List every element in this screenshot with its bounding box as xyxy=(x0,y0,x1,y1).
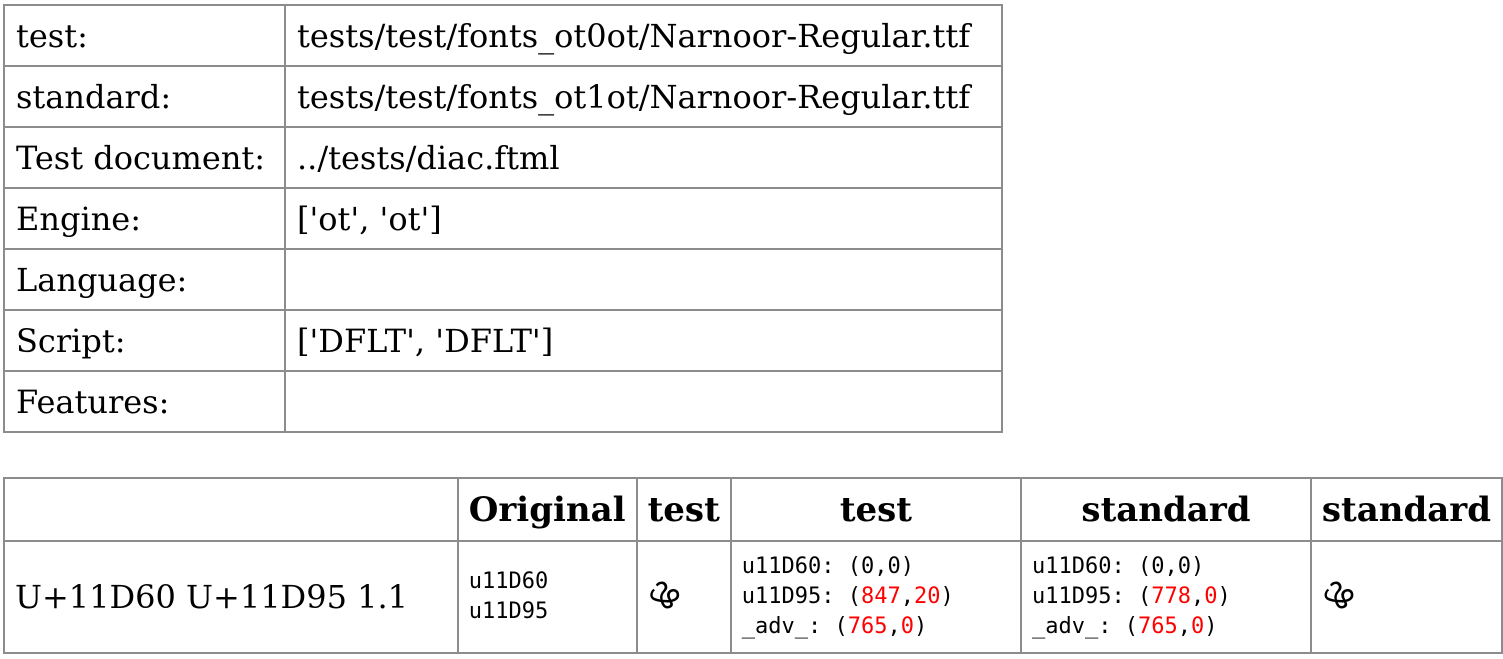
original-cell: u11D60 u11D95 xyxy=(456,540,638,654)
position-line: u11D60: (0,0) xyxy=(1032,554,1205,579)
info-row-script: Script: ['DFLT', 'DFLT'] xyxy=(3,309,1003,372)
y-offset: 0 xyxy=(1177,554,1192,579)
results-header-row: Original test test standard standard xyxy=(3,477,1503,542)
info-value: ['ot', 'ot'] xyxy=(284,187,1003,250)
header-test-positions: test xyxy=(729,477,1023,542)
info-table: test: tests/test/fonts_ot0ot/Narnoor-Reg… xyxy=(3,4,1003,433)
info-key: test: xyxy=(3,4,286,67)
test-positions-cell: u11D60: (0,0) u11D95: (847,20) _adv_: (765… xyxy=(729,540,1023,654)
y-offset: 0 xyxy=(1204,584,1218,609)
test-position-list: u11D60: (0,0) u11D95: (847,20) _adv_: (765… xyxy=(742,552,1010,642)
info-key: Language: xyxy=(3,248,286,311)
info-row-features: Features: xyxy=(3,370,1003,433)
standard-glyph-cell: ൖ xyxy=(1309,540,1503,654)
glyph-name: _adv_ xyxy=(741,614,809,639)
info-value: tests/test/fonts_ot0ot/Narnoor-Regular.t… xyxy=(284,4,1003,67)
test-rendered-glyph: ൖ xyxy=(647,577,680,617)
info-value: ../tests/diac.ftml xyxy=(284,126,1003,189)
results-row: U+11D60 U+11D95 1.1 u11D60 u11D95 ൖ u11D6… xyxy=(3,540,1503,654)
info-row-standard: standard: tests/test/fonts_ot1ot/Narnoor… xyxy=(3,65,1003,128)
glyph-name: u11D60 xyxy=(1032,554,1112,579)
info-value: tests/test/fonts_ot1ot/Narnoor-Regular.t… xyxy=(284,65,1003,128)
glyph-name: u11D60 xyxy=(741,554,822,579)
results-table: Original test test standard standard U+1… xyxy=(3,477,1503,654)
x-offset: 765 xyxy=(1138,614,1178,639)
original-glyph-list: u11D60 u11D95 xyxy=(469,567,626,627)
x-offset: 847 xyxy=(861,584,901,609)
header-empty xyxy=(3,477,459,542)
y-offset: 0 xyxy=(1191,614,1205,639)
info-row-test-document: Test document: ../tests/diac.ftml xyxy=(3,126,1003,189)
x-offset: 778 xyxy=(1151,584,1192,609)
test-glyph-cell: ൖ xyxy=(635,540,732,654)
position-line: u11D60: (0,0) xyxy=(741,554,915,579)
position-line: u11D95: (778,0) xyxy=(1032,584,1231,609)
info-row-test: test: tests/test/fonts_ot0ot/Narnoor-Reg… xyxy=(3,4,1003,67)
glyph-name: _adv_ xyxy=(1032,614,1099,639)
header-standard-positions: standard xyxy=(1020,477,1312,542)
header-original: Original xyxy=(456,477,638,542)
x-offset: 765 xyxy=(847,614,888,639)
standard-rendered-glyph: ൖ xyxy=(1321,577,1354,617)
info-value: ['DFLT', 'DFLT'] xyxy=(284,309,1003,372)
original-glyph-name: u11D60 xyxy=(468,569,549,594)
info-value xyxy=(284,248,1003,311)
info-key: Engine: xyxy=(3,187,286,250)
position-line: _adv_: (765,0) xyxy=(741,614,928,639)
x-offset: 0 xyxy=(1151,554,1165,579)
info-value xyxy=(284,370,1003,433)
header-test-glyph: test xyxy=(635,477,732,542)
y-offset: 0 xyxy=(900,614,915,639)
row-label: U+11D60 U+11D95 1.1 xyxy=(3,540,459,654)
info-key: Test document: xyxy=(3,126,286,189)
info-key: standard: xyxy=(3,65,286,128)
header-standard-glyph: standard xyxy=(1309,477,1503,542)
x-offset: 0 xyxy=(861,554,875,579)
info-row-language: Language: xyxy=(3,248,1003,311)
original-glyph-name: u11D95 xyxy=(468,599,549,624)
info-row-engine: Engine: ['ot', 'ot'] xyxy=(3,187,1003,250)
position-line: _adv_: (765,0) xyxy=(1032,614,1218,639)
standard-position-list: u11D60: (0,0) u11D95: (778,0) _adv_: (765,… xyxy=(1032,552,1300,642)
info-key: Script: xyxy=(3,309,286,372)
standard-positions-cell: u11D60: (0,0) u11D95: (778,0) _adv_: (765,… xyxy=(1020,540,1312,654)
y-offset: 0 xyxy=(887,554,901,579)
glyph-name: u11D95 xyxy=(741,584,822,609)
glyph-name: u11D95 xyxy=(1032,584,1112,609)
y-offset: 20 xyxy=(914,584,941,609)
position-line: u11D95: (847,20) xyxy=(741,584,954,609)
info-key: Features: xyxy=(3,370,286,433)
